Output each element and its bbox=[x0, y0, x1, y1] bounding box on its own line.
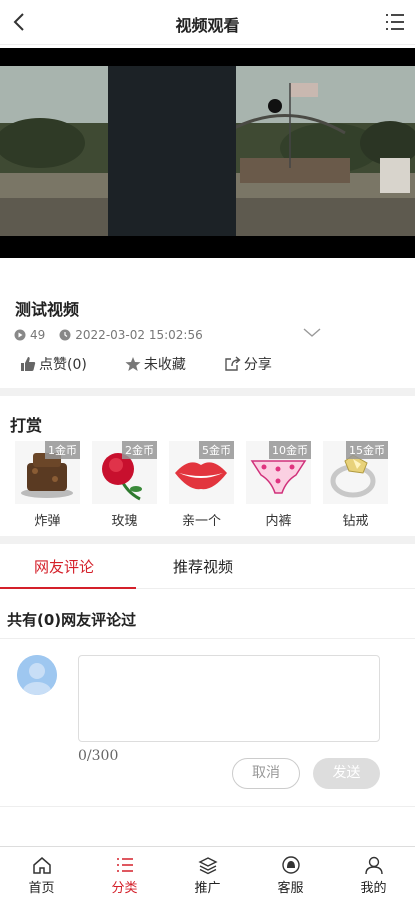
clock-icon bbox=[59, 329, 71, 341]
gift-list: 1金币 炸弹 2金币 玫瑰 5金币 亲一个 10金币 内裤 15金币 钻戒 bbox=[15, 441, 400, 529]
page-title: 视频观看 bbox=[175, 16, 240, 35]
service-bell-icon bbox=[281, 856, 300, 874]
gift-ring[interactable]: 15金币 钻戒 bbox=[323, 441, 388, 529]
gift-price: 1金币 bbox=[45, 441, 80, 459]
gift-name: 钻戒 bbox=[342, 514, 369, 529]
video-frame bbox=[0, 48, 415, 258]
nav-category[interactable]: 分类 bbox=[83, 847, 166, 900]
section-divider bbox=[0, 806, 415, 807]
tab-comments[interactable]: 网友评论 bbox=[34, 556, 94, 577]
share-label: 分享 bbox=[243, 357, 272, 373]
gift-price: 2金币 bbox=[122, 441, 157, 459]
comment-count: 共有(0)网友评论过 bbox=[7, 611, 137, 629]
layers-icon bbox=[197, 857, 218, 875]
nav-profile-label: 我的 bbox=[360, 881, 387, 896]
section-divider bbox=[0, 388, 415, 396]
nav-promote-label: 推广 bbox=[194, 881, 221, 896]
home-icon bbox=[32, 857, 51, 874]
gift-name: 亲一个 bbox=[181, 514, 221, 529]
nav-profile[interactable]: 我的 bbox=[332, 847, 415, 900]
gift-price: 15金币 bbox=[346, 441, 388, 459]
nav-service-label: 客服 bbox=[277, 881, 304, 896]
reward-title: 打赏 bbox=[10, 416, 43, 435]
cancel-button[interactable]: 取消 bbox=[232, 758, 300, 789]
view-count-value: 49 bbox=[30, 328, 46, 342]
publish-time: 2022-03-02 15:02:56 bbox=[59, 328, 203, 342]
top-bar: 视频观看 bbox=[0, 0, 415, 45]
bottom-nav: 首页 分类 推广 客服 我的 bbox=[0, 846, 415, 900]
gift-image: 2金币 bbox=[92, 441, 157, 504]
thumbs-up-icon bbox=[21, 357, 36, 371]
publish-time-value: 2022-03-02 15:02:56 bbox=[75, 328, 203, 342]
play-count-icon bbox=[14, 329, 26, 341]
video-info: 测试视频 49 2022-03-02 15:02:56 点赞(0) 未收藏 分享 bbox=[0, 258, 415, 388]
video-title: 测试视频 bbox=[15, 300, 80, 319]
favorite-button[interactable]: 未收藏 bbox=[125, 354, 186, 374]
share-button[interactable]: 分享 bbox=[224, 354, 272, 374]
user-avatar-icon bbox=[17, 655, 57, 695]
nav-promote[interactable]: 推广 bbox=[166, 847, 249, 900]
gift-image: 5金币 bbox=[169, 441, 234, 504]
like-label: 点赞(0) bbox=[39, 357, 87, 373]
comment-input[interactable] bbox=[78, 655, 380, 742]
list-menu-icon[interactable] bbox=[383, 10, 407, 34]
content-tabs: 网友评论 推荐视频 bbox=[0, 544, 415, 589]
video-meta: 49 2022-03-02 15:02:56 bbox=[14, 328, 217, 342]
chevron-down-icon[interactable] bbox=[302, 326, 322, 340]
tab-recommended[interactable]: 推荐视频 bbox=[173, 556, 233, 577]
action-bar: 点赞(0) 未收藏 分享 bbox=[20, 354, 310, 374]
user-icon bbox=[364, 856, 383, 875]
gift-price: 10金币 bbox=[269, 441, 311, 459]
gift-kiss[interactable]: 5金币 亲一个 bbox=[169, 441, 234, 529]
gift-underwear[interactable]: 10金币 内裤 bbox=[246, 441, 311, 529]
gift-image: 10金币 bbox=[246, 441, 311, 504]
gift-rose[interactable]: 2金币 玫瑰 bbox=[92, 441, 157, 529]
like-button[interactable]: 点赞(0) bbox=[20, 354, 87, 374]
share-icon bbox=[225, 356, 241, 371]
avatar bbox=[17, 655, 57, 695]
gift-image: 1金币 bbox=[15, 441, 80, 504]
nav-service[interactable]: 客服 bbox=[249, 847, 332, 900]
nav-category-label: 分类 bbox=[111, 881, 138, 896]
gift-price: 5金币 bbox=[199, 441, 234, 459]
reward-section: 打赏 1金币 炸弹 2金币 玫瑰 5金币 亲一个 10金币 内裤 15金币 钻戒 bbox=[0, 396, 415, 536]
gift-name: 内裤 bbox=[265, 514, 292, 529]
nav-home[interactable]: 首页 bbox=[0, 847, 83, 900]
star-icon bbox=[125, 357, 141, 371]
category-list-icon bbox=[116, 858, 133, 872]
favorite-label: 未收藏 bbox=[143, 357, 186, 373]
section-divider bbox=[0, 638, 415, 639]
active-tab-indicator bbox=[0, 587, 136, 589]
video-player[interactable] bbox=[0, 48, 415, 258]
nav-home-label: 首页 bbox=[28, 881, 55, 896]
gift-image: 15金币 bbox=[323, 441, 388, 504]
view-count: 49 bbox=[14, 328, 45, 342]
gift-bomb[interactable]: 1金币 炸弹 bbox=[15, 441, 80, 529]
gift-name: 玫瑰 bbox=[111, 514, 138, 529]
section-divider bbox=[0, 536, 415, 544]
send-button[interactable]: 发送 bbox=[313, 758, 380, 789]
gift-name: 炸弹 bbox=[34, 514, 61, 529]
char-counter: 0/300 bbox=[78, 748, 119, 764]
